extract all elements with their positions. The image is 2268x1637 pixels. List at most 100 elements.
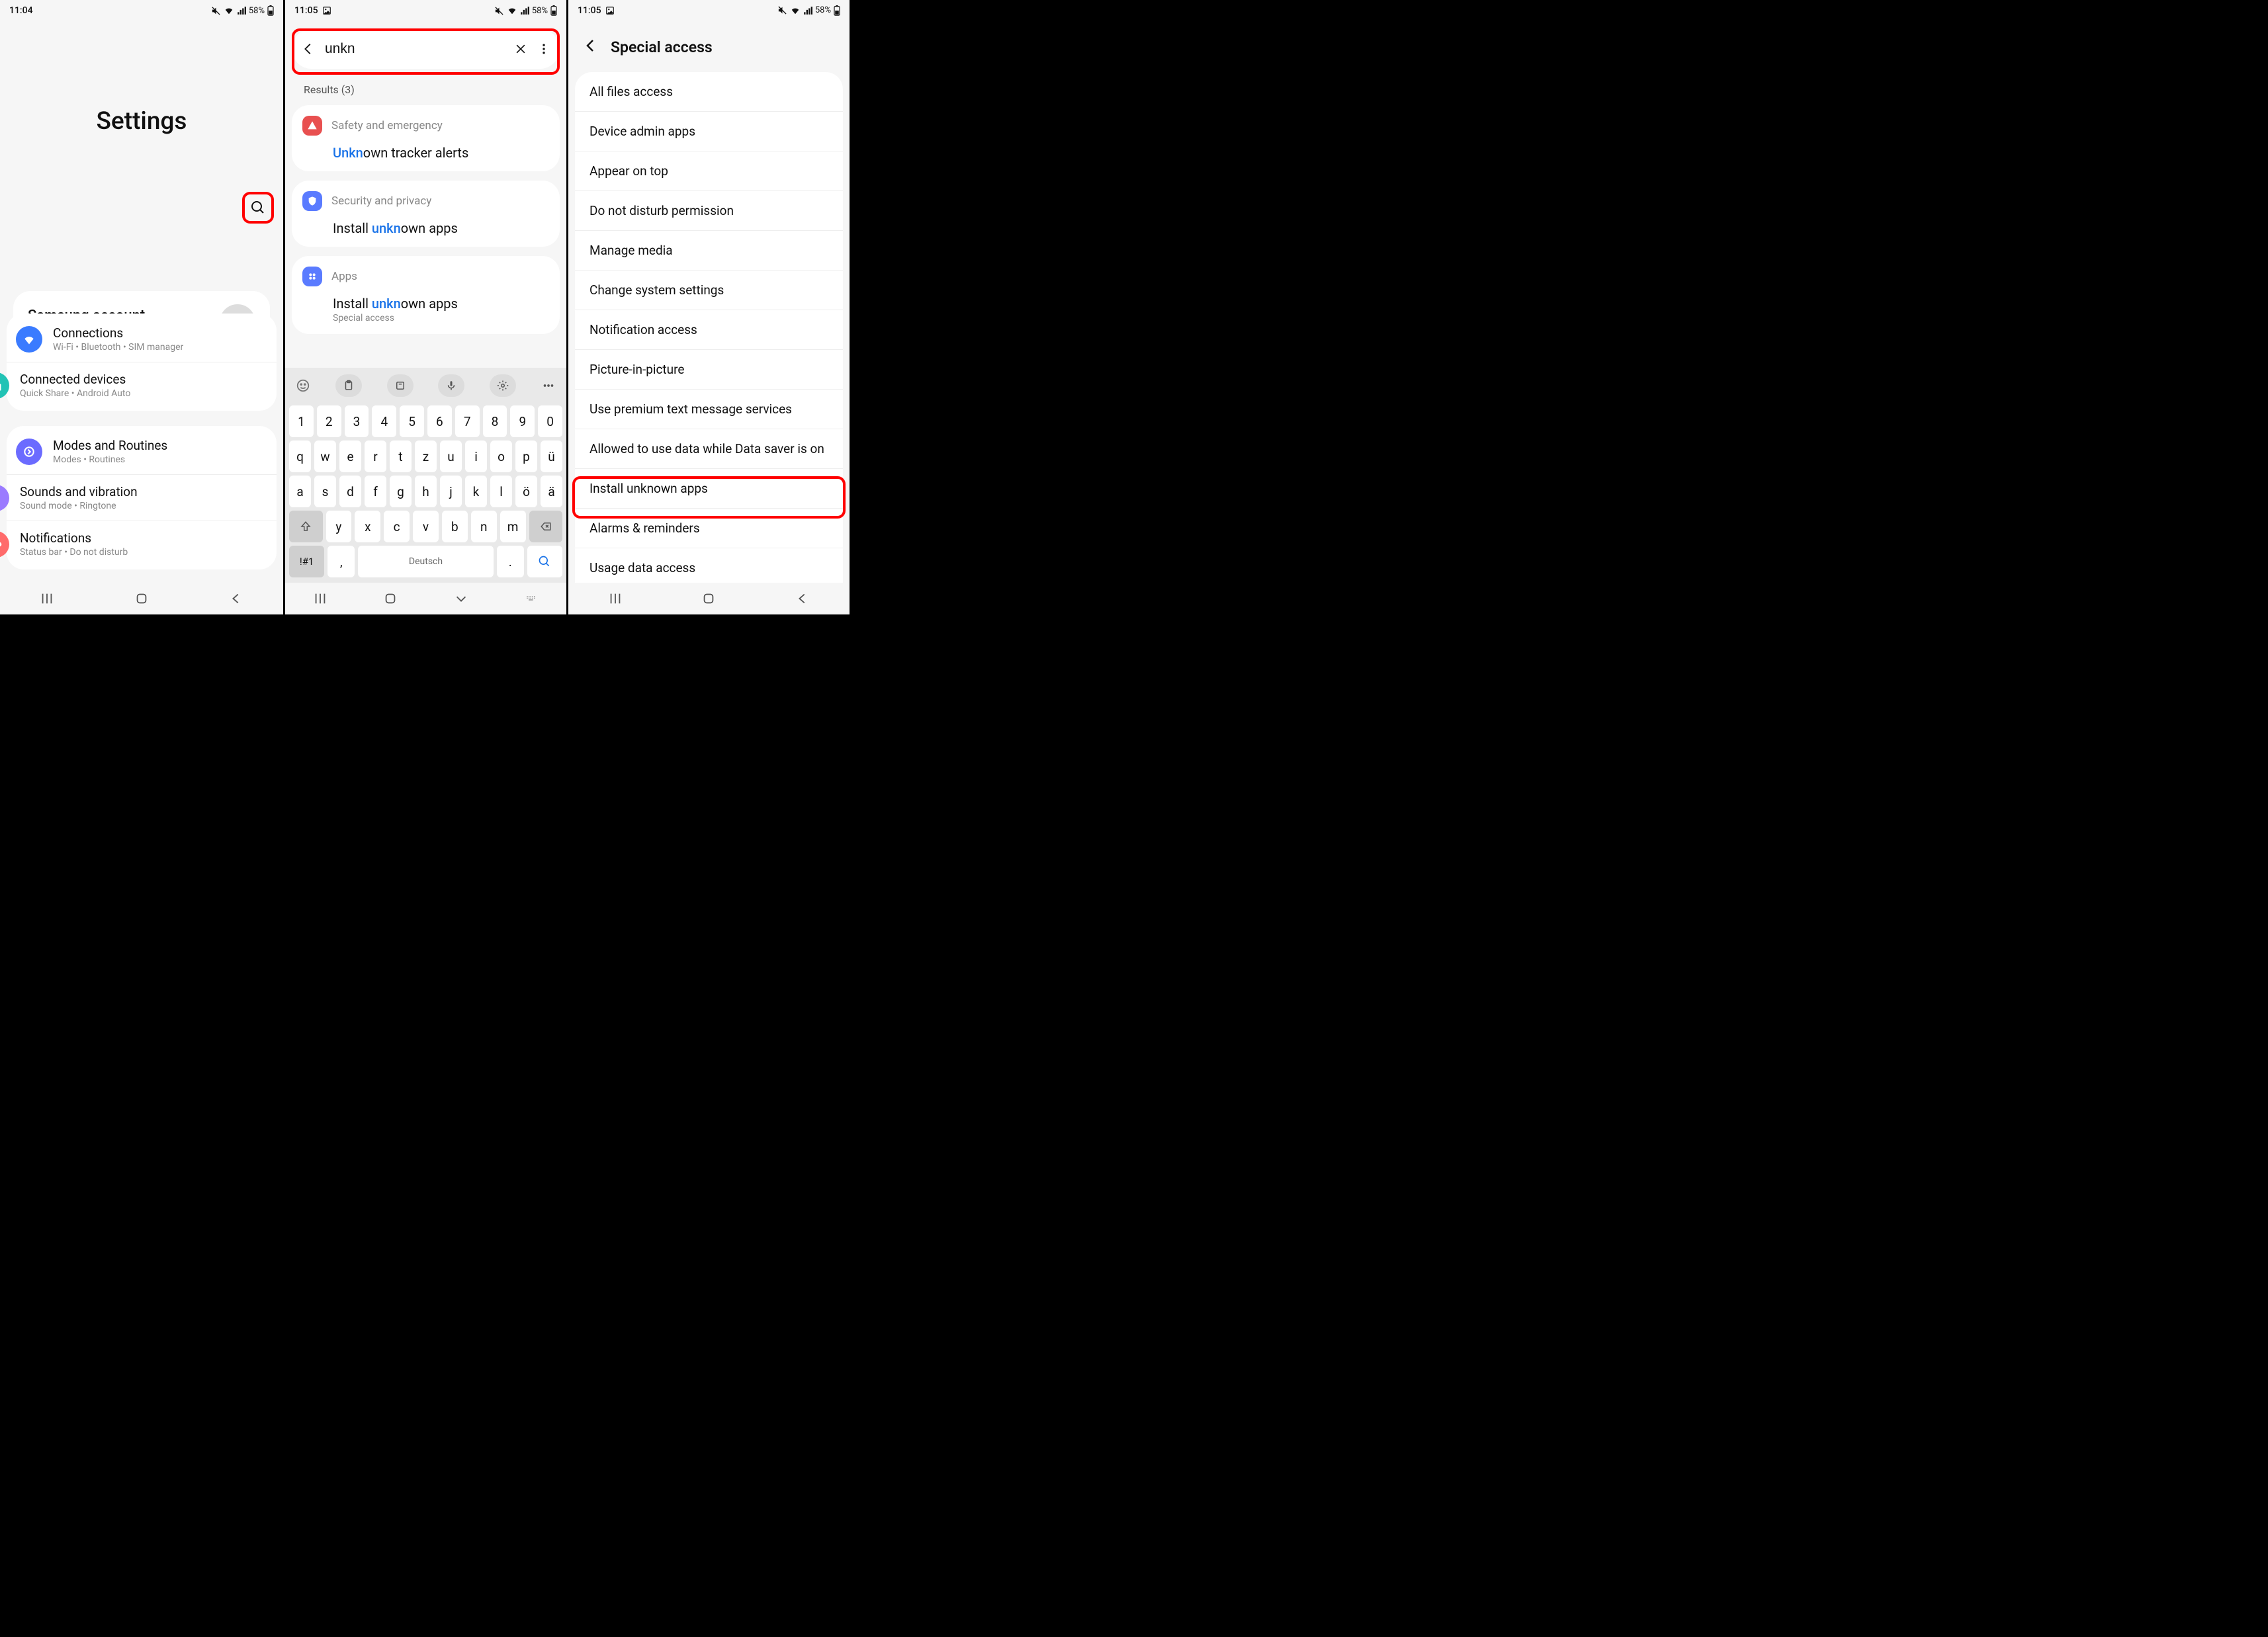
clear-button[interactable] (513, 42, 527, 56)
key-a[interactable]: a (289, 476, 311, 507)
emoji-button[interactable] (296, 378, 310, 393)
home-button[interactable] (383, 591, 398, 606)
shield-icon (307, 196, 318, 206)
result-apps[interactable]: Apps Install unknown apps Special access (292, 256, 560, 334)
back-button[interactable] (795, 591, 810, 606)
settings-item-connected-devices[interactable]: Connected devices Quick Share • Android … (7, 362, 277, 408)
shift-key[interactable] (289, 511, 323, 542)
key-p[interactable]: p (515, 441, 537, 472)
key-t[interactable]: t (390, 441, 412, 472)
key-l[interactable]: l (490, 476, 512, 507)
key-n[interactable]: n (471, 511, 497, 542)
kb-row-3: asdfghjklöä (289, 476, 562, 507)
key-g[interactable]: g (390, 476, 412, 507)
search-input[interactable] (325, 41, 504, 57)
key-9[interactable]: 9 (510, 405, 535, 437)
mute-icon (777, 5, 787, 15)
key-k[interactable]: k (465, 476, 487, 507)
key-ü[interactable]: ü (541, 441, 562, 472)
key-7[interactable]: 7 (455, 405, 480, 437)
recents-button[interactable] (40, 591, 54, 606)
key-4[interactable]: 4 (372, 405, 396, 437)
recents-button[interactable] (608, 591, 623, 606)
key-d[interactable]: d (339, 476, 361, 507)
settings-item-modes[interactable]: Modes and Routines Modes • Routines (7, 429, 277, 474)
nav-bar (285, 583, 566, 614)
key-b[interactable]: b (442, 511, 468, 542)
key-6[interactable]: 6 (427, 405, 452, 437)
key-o[interactable]: o (490, 441, 512, 472)
back-button[interactable] (301, 42, 316, 56)
text-button[interactable] (387, 374, 414, 397)
key-x[interactable]: x (355, 511, 380, 542)
special-access-item[interactable]: Install unknown apps (575, 469, 843, 509)
result-security[interactable]: Security and privacy Install unknown app… (292, 181, 560, 247)
wifi-icon (224, 6, 234, 15)
key-s[interactable]: s (314, 476, 336, 507)
mute-icon (494, 6, 504, 16)
key-y[interactable]: y (326, 511, 352, 542)
settings-button[interactable] (490, 374, 516, 397)
space-key[interactable]: Deutsch (358, 546, 494, 577)
special-access-item[interactable]: Allowed to use data while Data saver is … (575, 429, 843, 469)
special-access-item[interactable]: Do not disturb permission (575, 191, 843, 231)
key-0[interactable]: 0 (538, 405, 562, 437)
key-2[interactable]: 2 (317, 405, 341, 437)
key-5[interactable]: 5 (400, 405, 424, 437)
search-icon (538, 555, 551, 568)
hide-keyboard-button[interactable] (454, 591, 468, 606)
search-key[interactable] (527, 546, 562, 577)
special-access-item[interactable]: Notification access (575, 310, 843, 350)
settings-item-notifications[interactable]: Notifications Status bar • Do not distur… (7, 521, 277, 567)
special-access-item[interactable]: Appear on top (575, 151, 843, 191)
key-c[interactable]: c (384, 511, 410, 542)
keyboard-switch-button[interactable] (524, 593, 539, 604)
key-ä[interactable]: ä (541, 476, 562, 507)
key-j[interactable]: j (440, 476, 462, 507)
recents-button[interactable] (313, 591, 327, 606)
special-access-item[interactable]: Use premium text message services (575, 390, 843, 429)
key-w[interactable]: w (314, 441, 336, 472)
special-access-item[interactable]: Picture-in-picture (575, 350, 843, 390)
special-access-item[interactable]: Device admin apps (575, 112, 843, 151)
key-3[interactable]: 3 (345, 405, 369, 437)
key-ö[interactable]: ö (515, 476, 537, 507)
key-m[interactable]: m (500, 511, 526, 542)
settings-item-connections[interactable]: Connections Wi-Fi • Bluetooth • SIM mana… (7, 316, 277, 362)
key-u[interactable]: u (440, 441, 462, 472)
clock: 11:05 (578, 5, 601, 16)
back-button[interactable] (229, 591, 243, 606)
special-access-item[interactable]: Usage data access (575, 548, 843, 587)
clipboard-button[interactable] (335, 374, 362, 397)
key-8[interactable]: 8 (483, 405, 507, 437)
search-button[interactable] (242, 192, 274, 224)
key-z[interactable]: z (415, 441, 437, 472)
search-bar (292, 29, 560, 69)
back-button[interactable] (583, 38, 599, 56)
more-button[interactable] (541, 378, 556, 393)
key-q[interactable]: q (289, 441, 311, 472)
special-access-item[interactable]: Manage media (575, 231, 843, 271)
special-access-item[interactable]: Change system settings (575, 271, 843, 310)
home-button[interactable] (134, 591, 149, 606)
key-i[interactable]: i (465, 441, 487, 472)
special-access-item[interactable]: All files access (575, 72, 843, 112)
more-button[interactable] (537, 42, 550, 56)
home-button[interactable] (701, 591, 716, 606)
key-f[interactable]: f (365, 476, 386, 507)
comma-key[interactable]: , (327, 546, 355, 577)
key-1[interactable]: 1 (289, 405, 314, 437)
backspace-key[interactable] (529, 511, 563, 542)
mic-button[interactable] (438, 374, 464, 397)
result-safety[interactable]: Safety and emergency Unknown tracker ale… (292, 105, 560, 171)
period-key[interactable]: . (497, 546, 524, 577)
kb-row-1: 1234567890 (289, 405, 562, 437)
special-access-item[interactable]: Alarms & reminders (575, 509, 843, 548)
key-e[interactable]: e (339, 441, 361, 472)
key-v[interactable]: v (413, 511, 439, 542)
settings-item-sounds[interactable]: Sounds and vibration Sound mode • Ringto… (7, 474, 277, 521)
key-h[interactable]: h (415, 476, 437, 507)
key-r[interactable]: r (365, 441, 386, 472)
result-title: Install unknown apps (333, 296, 546, 312)
symbols-key[interactable]: !#1 (289, 546, 324, 577)
